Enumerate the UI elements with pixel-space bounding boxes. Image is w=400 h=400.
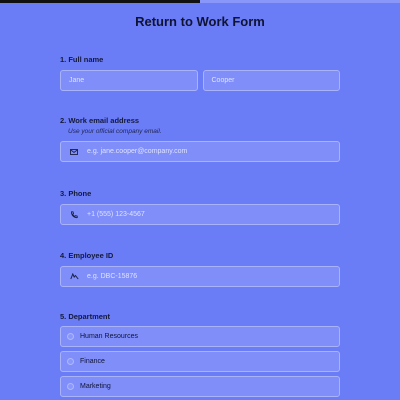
full-name-label: 1. Full name (60, 55, 104, 64)
first-name-placeholder: Jane (69, 77, 85, 84)
department-option-label: Human Resources (80, 333, 138, 340)
question-full-name: 1. Full name Jane Cooper (60, 55, 340, 91)
employee-id-label: 4. Employee ID (60, 251, 114, 260)
last-name-input[interactable]: Cooper (202, 70, 340, 91)
id-icon (69, 273, 79, 280)
phone-field[interactable]: +1 (555) 123-4567 (60, 204, 340, 225)
department-label: 5. Department (60, 312, 111, 321)
form-title: Return to Work Form (135, 14, 265, 29)
email-label: 2. Work email address (60, 116, 140, 125)
department-option-human-resources[interactable]: Human Resources (60, 326, 340, 347)
phone-placeholder: +1 (555) 123-4567 (87, 211, 145, 218)
department-option-marketing[interactable]: Marketing (60, 376, 340, 397)
progress-fill (0, 0, 200, 3)
progress-track (0, 0, 400, 3)
radio-circle (67, 333, 74, 340)
department-option-label: Marketing (80, 383, 111, 390)
email-placeholder: e.g. jane.cooper@company.com (87, 148, 188, 155)
email-field[interactable]: e.g. jane.cooper@company.com (60, 141, 340, 162)
question-employee-id: 4. Employee ID e.g. DBC-15876 (60, 251, 340, 287)
email-sublabel: Use your official company email. (68, 128, 162, 135)
radio-circle (67, 358, 74, 365)
question-phone: 3. Phone +1 (555) 123-4567 (60, 189, 340, 225)
employee-id-field[interactable]: e.g. DBC-15876 (60, 266, 340, 287)
last-name-placeholder: Cooper (211, 77, 235, 84)
question-department: 5. Department Human Resources Finance Ma… (60, 312, 340, 397)
radio-circle (67, 383, 74, 390)
phone-icon (69, 210, 79, 219)
employee-id-placeholder: e.g. DBC-15876 (87, 273, 138, 280)
department-option-label: Finance (80, 358, 105, 365)
first-name-input[interactable]: Jane (60, 70, 198, 91)
phone-label: 3. Phone (60, 189, 92, 198)
department-option-finance[interactable]: Finance (60, 351, 340, 372)
envelope-icon (69, 148, 79, 155)
question-email: 2. Work email address Use your official … (60, 116, 340, 162)
